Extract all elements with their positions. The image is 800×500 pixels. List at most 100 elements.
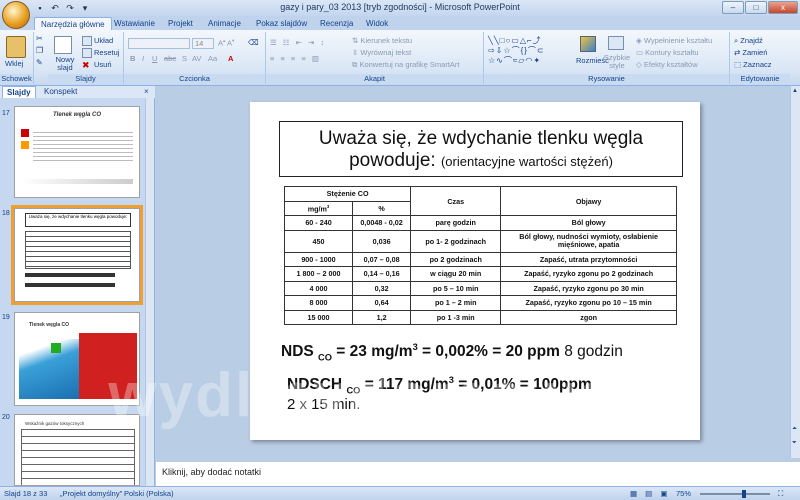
cell-time: po 5 – 10 min xyxy=(410,280,502,296)
slide-title-line2: powoduje: (orientacyjne wartości stężeń) xyxy=(280,150,682,172)
thumb-table xyxy=(25,231,131,269)
slide-thumbnail-19[interactable]: Tlenek węgla CO xyxy=(14,312,140,406)
close-pane-icon[interactable]: × xyxy=(144,86,149,98)
tab-review[interactable]: Recenzja xyxy=(314,17,359,30)
tab-slides[interactable]: Slajdy xyxy=(2,86,36,98)
ndsch-limit-text[interactable]: NDSCH CO = 117 mg/m3 = 0,01% = 100ppm xyxy=(287,375,592,395)
clipboard-small-icons: ✂ ❐ ✎ xyxy=(34,32,48,72)
cell-mgm3: 1 800 – 2 000 xyxy=(284,266,353,282)
vertical-scrollbar[interactable]: ▲ ⏶ ⏷ xyxy=(790,86,800,458)
font-color-button[interactable]: A xyxy=(228,54,233,63)
find-button[interactable]: ⌕ Znajdź xyxy=(734,36,763,46)
tab-outline[interactable]: Konspekt xyxy=(40,86,81,98)
tab-insert[interactable]: Wstawianie xyxy=(108,17,161,30)
paste-button[interactable]: Wklej xyxy=(5,59,23,68)
pane-tabs: Slajdy Konspekt × xyxy=(0,86,155,98)
shadow-button[interactable]: S xyxy=(182,54,187,63)
nds-limit-text[interactable]: NDS CO = 23 mg/m3 = 0,002% = 20 ppm 8 go… xyxy=(281,342,623,362)
delete-slide-button[interactable]: ✖ Usuń xyxy=(82,60,112,70)
font-size-combo[interactable]: 14 xyxy=(192,38,214,49)
shape-outline-icon: ▭ xyxy=(636,48,646,57)
header-stezenie: Stężenie CO xyxy=(283,186,412,202)
language-indicator[interactable]: Polski (Polska) xyxy=(124,488,174,500)
slide-title-box[interactable]: Uważa się, że wdychanie tlenku węgla pow… xyxy=(279,121,683,177)
ndsch-duration: 2 x 15 min. xyxy=(287,396,361,413)
cell-mgm3: 60 - 240 xyxy=(284,215,353,231)
hazard-icon xyxy=(21,129,29,137)
thumbnail-scrollbar[interactable] xyxy=(145,98,154,486)
shape-fill-button[interactable]: ◈ Wypełnienie kształtu xyxy=(636,36,712,45)
underline-button[interactable]: U xyxy=(152,54,157,63)
office-button-icon[interactable] xyxy=(2,1,30,29)
quick-styles-button[interactable]: Szybkie style xyxy=(602,54,632,70)
arrange-icon[interactable] xyxy=(580,36,596,52)
new-slide-icon[interactable] xyxy=(54,36,72,54)
text-direction-label: Kierunek tekstu xyxy=(360,36,413,45)
strike-button[interactable]: abc xyxy=(164,54,176,63)
zoom-slider-thumb[interactable] xyxy=(742,490,746,498)
table-row: 1 800 – 2 000 0,14 – 0,16 w ciągu 20 min… xyxy=(284,266,677,282)
reset-button[interactable]: Resetuj xyxy=(82,48,120,59)
shape-outline-button[interactable]: ▭ Kontury kształtu xyxy=(636,48,699,57)
italic-button[interactable]: I xyxy=(142,54,144,63)
shapes-gallery-icon[interactable]: ╲╲□○▭△⌐⤴ ⇨⇩☆⌒{}⌒⊂ ☆∿⌒≈▱◠✦ xyxy=(488,36,545,66)
reset-icon xyxy=(82,48,92,59)
cell-percent: 0,32 xyxy=(351,280,412,296)
slide-canvas[interactable]: Uważa się, że wdychanie tlenku węgla pow… xyxy=(250,102,700,440)
minimize-button[interactable]: – xyxy=(722,1,744,14)
replace-button[interactable]: ⇄ Zamień xyxy=(734,48,767,57)
paste-icon[interactable] xyxy=(6,36,26,58)
co-concentration-table[interactable]: Stężenie CO Czas Objawy mg/m3 % 60 - 240… xyxy=(283,186,677,325)
bullets-numbering-buttons[interactable]: ☰ ☷ ⇤ ⇥ ↕ xyxy=(270,38,326,47)
zoom-slider[interactable] xyxy=(700,493,770,495)
smartart-button[interactable]: ⧉ Konwertuj na grafikę SmartArt xyxy=(352,60,460,70)
thumb-nds-line xyxy=(25,273,115,277)
quick-styles-icon[interactable] xyxy=(608,36,624,50)
clear-format-icon[interactable]: ⌫ xyxy=(248,38,259,47)
format-painter-icon[interactable]: ✎ xyxy=(36,58,43,67)
shape-effects-button[interactable]: ◇ Efekty kształtów xyxy=(636,60,698,69)
change-case-button[interactable]: Aa xyxy=(208,54,217,63)
header-czas: Czas xyxy=(410,186,502,216)
maximize-button[interactable]: □ xyxy=(745,1,767,14)
grow-font-button[interactable]: A▴ A▾ xyxy=(218,38,234,48)
reset-label: Resetuj xyxy=(94,48,120,57)
slide-thumbnail-18-selected[interactable]: Uważa się, że wdychanie tlenku węgla pow… xyxy=(11,205,143,305)
zoom-level[interactable]: 75% xyxy=(676,488,691,500)
layout-button[interactable]: Układ xyxy=(82,36,114,47)
text-direction-button[interactable]: ⇅ Kierunek tekstu xyxy=(352,36,412,45)
tab-design[interactable]: Projekt xyxy=(162,17,199,30)
bold-button[interactable]: B xyxy=(130,54,135,63)
cut-icon[interactable]: ✂ xyxy=(36,34,43,43)
theme-name[interactable]: „Projekt domyślny" xyxy=(60,488,122,500)
tab-slideshow[interactable]: Pokaz slajdów xyxy=(250,17,313,30)
notes-placeholder: Kliknij, aby dodać notatki xyxy=(162,467,262,477)
view-buttons[interactable]: ▦ ▤ ▣ xyxy=(630,488,670,500)
notes-pane[interactable]: Kliknij, aby dodać notatki xyxy=(156,459,800,486)
font-name-combo[interactable] xyxy=(128,38,190,49)
close-button[interactable]: x xyxy=(768,1,798,14)
slide-thumbnail-17[interactable]: Tlenek węgla CO xyxy=(14,106,140,198)
align-text-button[interactable]: ⇳ Wyrównaj tekst xyxy=(352,48,411,57)
scroll-up-icon[interactable]: ▲ xyxy=(792,88,799,95)
slide-thumbnail-20[interactable]: Wskaźnik gazów toksycznych xyxy=(14,414,140,486)
char-spacing-button[interactable]: AV xyxy=(192,54,201,63)
select-button[interactable]: ⬚ Zaznacz xyxy=(734,60,772,69)
table-row: 450 0,036 po 1- 2 godzinach Ból głowy, n… xyxy=(284,229,677,253)
cell-symptoms: Zapaść, utrata przytomności xyxy=(500,251,677,267)
nds-value-mg: = 23 mg/m xyxy=(332,343,413,361)
fit-to-window-icon[interactable]: ⛶ xyxy=(778,488,783,500)
shape-effects-label: Efekty kształtów xyxy=(643,60,698,69)
table-row: 8 000 0,64 po 1 – 2 min Zapaść, ryzyko z… xyxy=(284,295,677,311)
prev-slide-icon[interactable]: ⏶ xyxy=(792,426,797,433)
group-label: Rysowanie xyxy=(484,74,729,84)
copy-icon[interactable]: ❐ xyxy=(36,46,43,55)
tab-view[interactable]: Widok xyxy=(360,17,394,30)
new-slide-button[interactable]: Nowy slajd xyxy=(52,56,78,72)
next-slide-icon[interactable]: ⏷ xyxy=(792,440,797,447)
tab-animations[interactable]: Animacje xyxy=(202,17,247,30)
alignment-buttons[interactable]: ≡ ≡ ≡ ≡ ▥ xyxy=(270,54,321,63)
layout-label: Układ xyxy=(94,36,114,45)
title-line2-text: powoduje: xyxy=(349,150,436,171)
tab-home[interactable]: Narzędzia główne xyxy=(34,17,112,30)
